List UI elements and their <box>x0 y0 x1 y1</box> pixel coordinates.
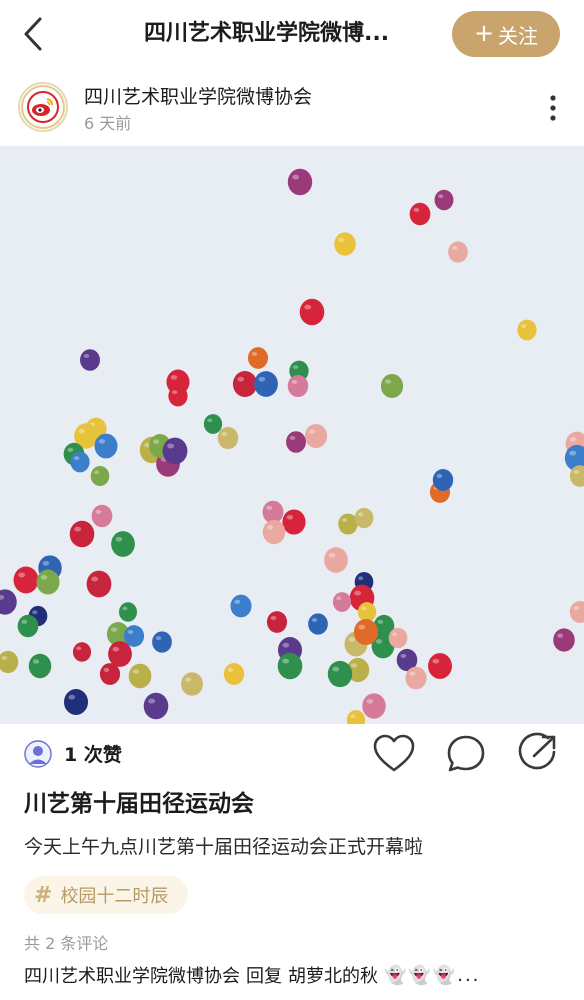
post-title: 川艺第十届田径运动会 <box>24 791 254 817</box>
back-arrow-icon <box>24 17 42 51</box>
back-button[interactable] <box>14 14 54 54</box>
post-body: 今天上午九点川艺第十届田径运动会正式开幕啦 <box>24 836 424 858</box>
balloon <box>13 566 39 594</box>
balloon <box>217 426 239 450</box>
balloon <box>277 652 303 680</box>
balloon <box>286 431 306 453</box>
balloon <box>203 414 223 434</box>
balloon <box>409 202 431 226</box>
more-vertical-icon <box>550 95 556 121</box>
balloon <box>266 611 288 633</box>
balloon <box>254 371 278 397</box>
comment-reply-target[interactable]: 胡萝北的秋 <box>288 962 378 988</box>
balloon <box>334 232 356 256</box>
comment-bubble-icon <box>447 735 485 772</box>
like-count[interactable]: 1 次赞 <box>64 740 122 767</box>
share-arrow-icon <box>518 732 556 770</box>
balloon <box>282 509 306 535</box>
balloon <box>28 653 52 679</box>
balloon <box>353 618 379 646</box>
balloon <box>247 347 269 369</box>
balloon <box>287 168 313 196</box>
balloon <box>362 693 386 719</box>
balloon <box>428 653 452 679</box>
balloon <box>434 189 454 211</box>
balloon <box>90 465 110 487</box>
share-button[interactable] <box>514 732 560 776</box>
balloon <box>354 507 374 529</box>
balloon <box>17 614 39 638</box>
balloon <box>143 692 169 720</box>
post-photo[interactable] <box>0 146 584 724</box>
follow-button[interactable]: + 关注 <box>452 11 560 57</box>
balloon <box>108 641 132 667</box>
comment-reply-word: 回复 <box>246 966 282 987</box>
balloon <box>36 569 60 595</box>
balloon <box>181 672 203 696</box>
author-name[interactable]: 四川艺术职业学院微博协会 <box>84 82 312 109</box>
balloon <box>357 602 377 622</box>
balloon <box>327 660 353 688</box>
more-options-button[interactable] <box>540 90 566 126</box>
balloon <box>63 689 89 715</box>
top-navigation-bar: 四川艺术职业学院微博... + 关注 <box>0 0 584 68</box>
actions-row: 1 次赞 <box>0 726 584 782</box>
balloon <box>0 650 19 674</box>
balloon <box>517 319 537 341</box>
balloon <box>380 374 404 398</box>
balloon <box>308 613 328 635</box>
balloon <box>152 631 172 653</box>
topic-tag[interactable]: # 校园十二时辰 <box>24 876 189 914</box>
balloons-image <box>0 168 584 724</box>
balloon <box>332 592 352 612</box>
author-avatar[interactable] <box>18 82 68 132</box>
balloon <box>304 424 328 448</box>
balloon <box>0 589 17 615</box>
comment-preview[interactable]: 四川艺术职业学院微博协会 回复 胡萝北的秋 👻👻👻... <box>24 962 574 988</box>
comment-button[interactable] <box>444 732 488 776</box>
user-avatar-icon <box>24 740 52 768</box>
balloon <box>432 468 454 492</box>
balloon <box>569 600 584 624</box>
hashtag-icon: # <box>34 882 53 908</box>
balloon <box>69 520 95 548</box>
balloon <box>168 385 188 407</box>
balloon <box>162 437 188 465</box>
balloon <box>80 349 100 371</box>
author-row: 四川艺术职业学院微博协会 6 天前 <box>0 74 584 142</box>
heart-icon <box>373 734 415 772</box>
balloon <box>223 663 245 685</box>
page-title: 四川艺术职业学院微博... <box>144 21 390 46</box>
balloon <box>232 370 258 398</box>
balloon <box>86 570 112 598</box>
comments-count[interactable]: 共 2 条评论 <box>24 930 108 954</box>
balloon <box>405 666 427 690</box>
balloon <box>346 710 366 724</box>
balloon <box>388 627 408 649</box>
balloon <box>299 298 325 326</box>
balloon <box>118 602 138 622</box>
balloon <box>94 433 118 459</box>
plus-icon: + <box>473 19 495 47</box>
liker-avatar[interactable] <box>24 740 52 768</box>
comment-emoji: 👻👻👻... <box>384 964 481 986</box>
balloon <box>99 663 121 685</box>
balloon <box>128 663 152 689</box>
balloon <box>70 451 90 473</box>
balloon <box>111 531 135 557</box>
balloon <box>91 504 113 528</box>
post-timestamp: 6 天前 <box>84 114 132 133</box>
balloon <box>262 519 286 545</box>
balloon <box>72 642 92 662</box>
balloon <box>287 374 309 398</box>
comment-author[interactable]: 四川艺术职业学院微博协会 <box>24 962 240 988</box>
follow-label: 关注 <box>498 23 539 48</box>
balloon <box>230 594 252 618</box>
balloon <box>553 628 575 652</box>
topic-tag-label: 校园十二时辰 <box>60 886 169 907</box>
weibo-logo-icon <box>21 85 65 129</box>
balloon <box>324 547 348 573</box>
like-button[interactable] <box>370 732 418 776</box>
balloon <box>448 241 468 263</box>
